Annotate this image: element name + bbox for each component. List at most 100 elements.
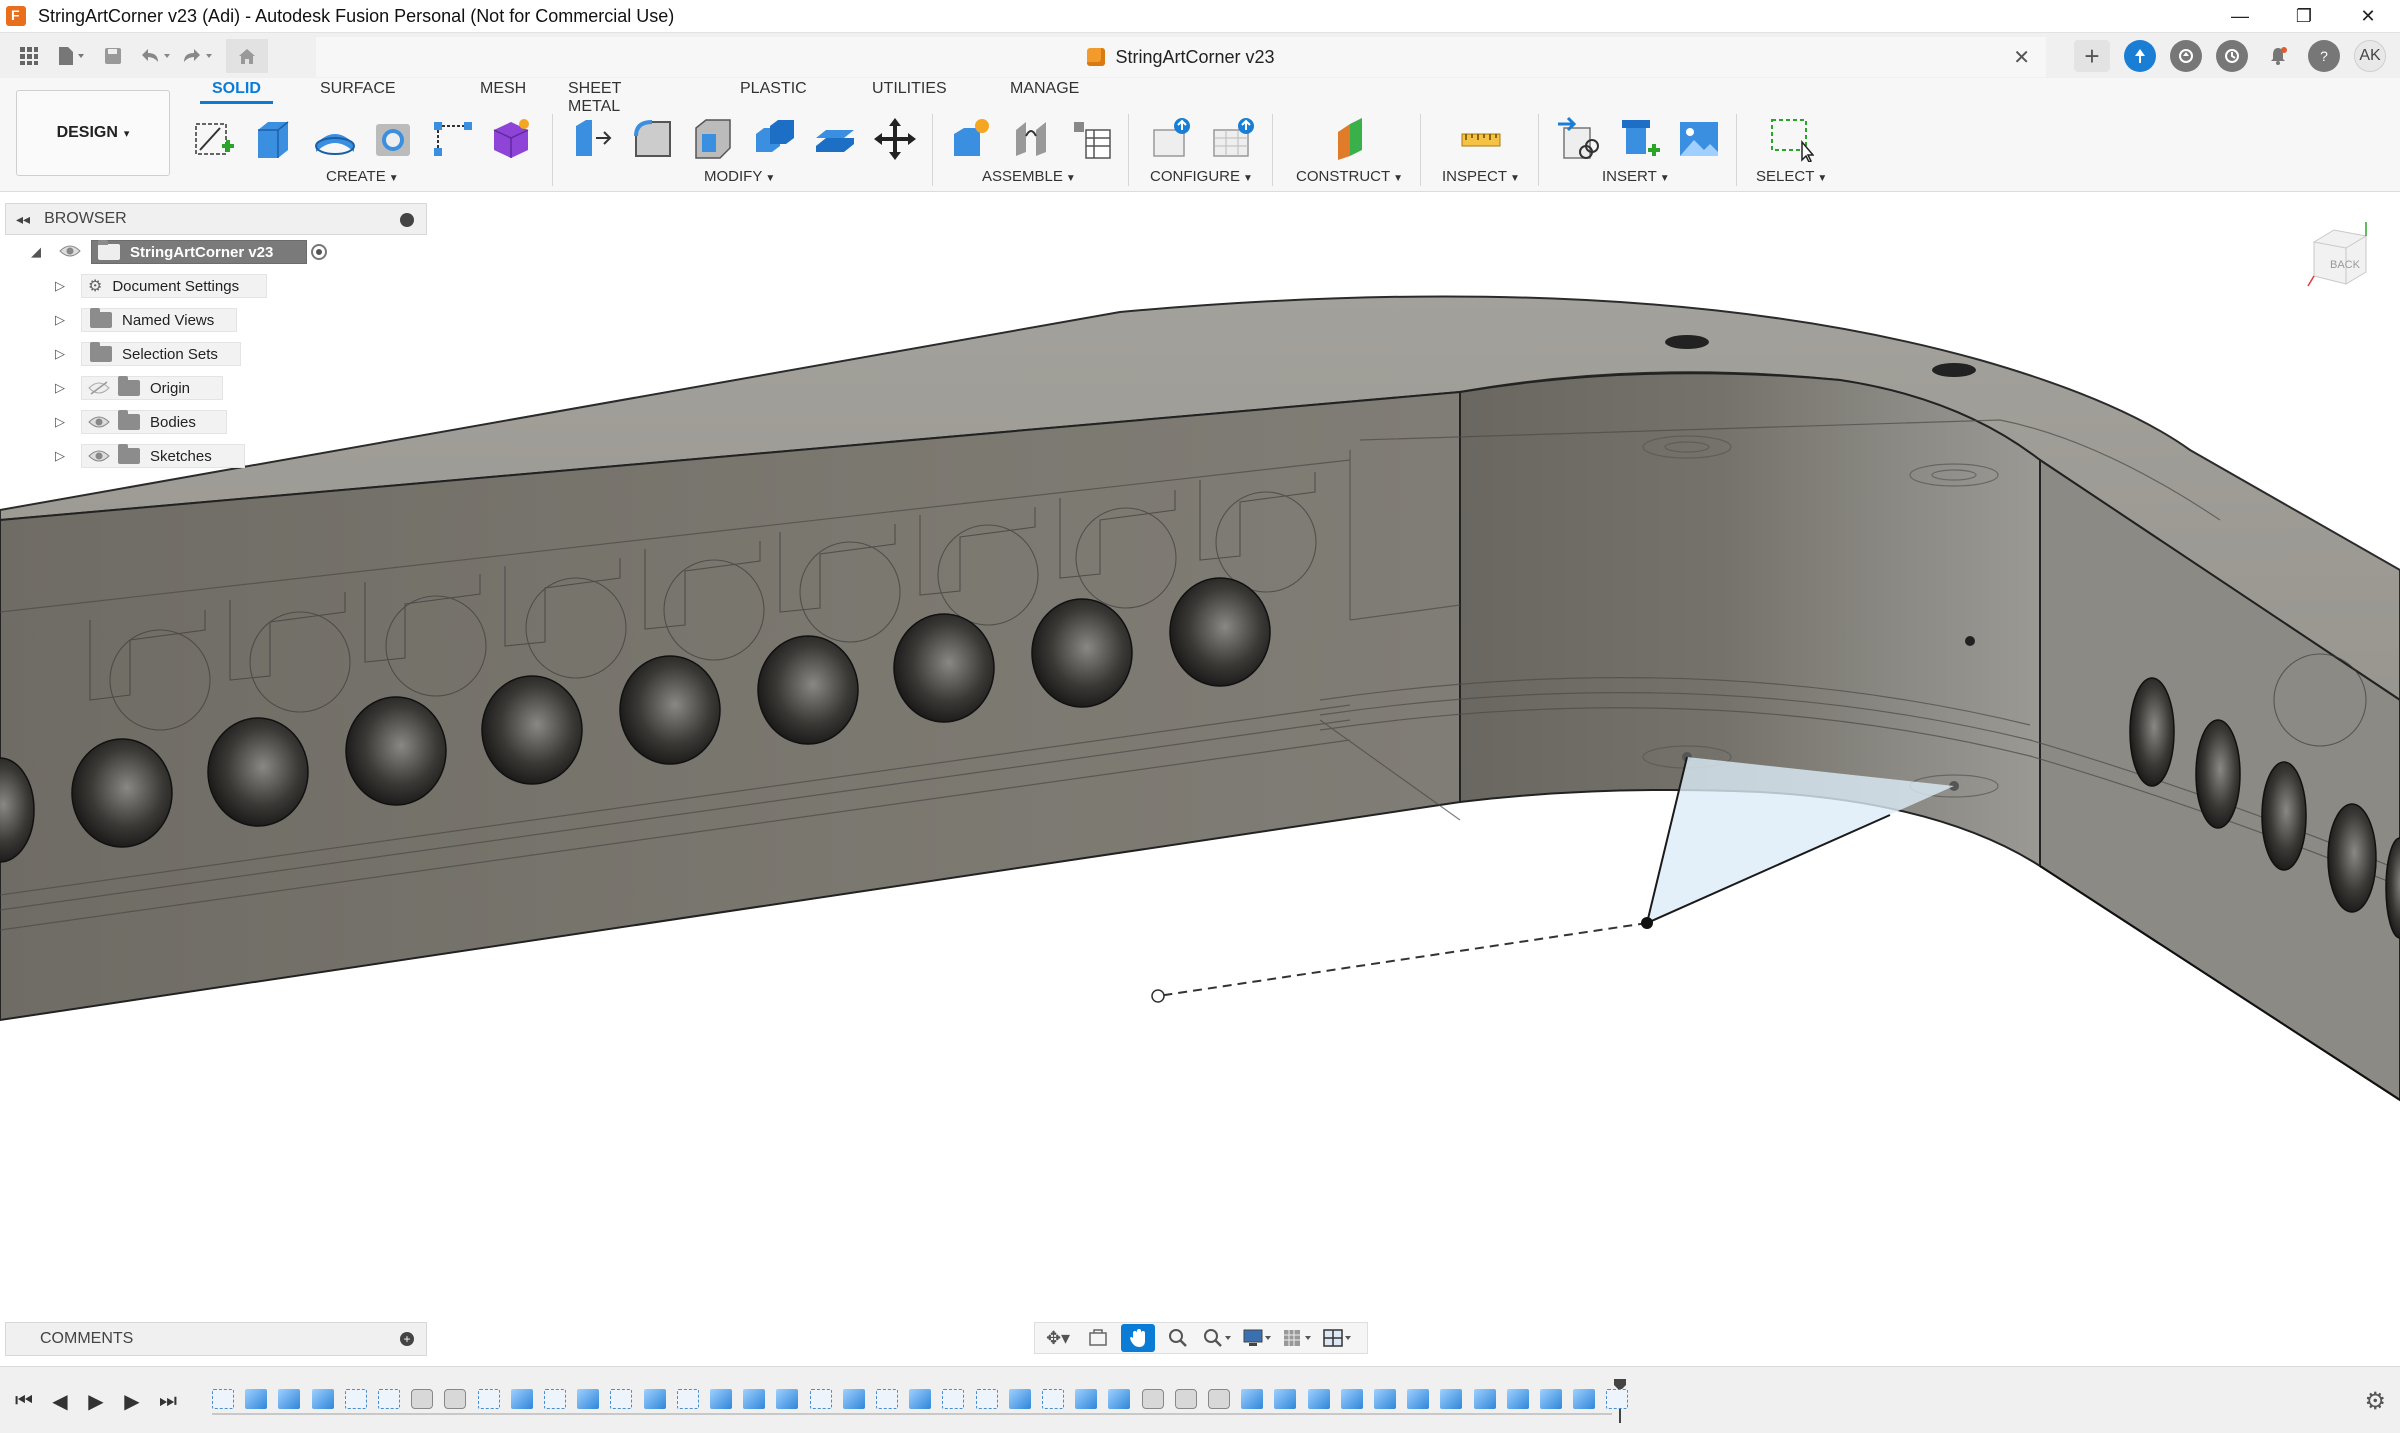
select-menu[interactable]: SELECT ▼ <box>1756 168 1827 185</box>
assemble-menu[interactable]: ASSEMBLE ▼ <box>982 168 1076 185</box>
look-at-icon[interactable] <box>1081 1324 1115 1352</box>
fit-zoom-icon[interactable] <box>1201 1324 1235 1352</box>
grid-snaps-icon[interactable] <box>1281 1324 1315 1352</box>
timeline-feature-hole[interactable] <box>1141 1389 1164 1409</box>
activate-radio-icon[interactable] <box>311 244 327 260</box>
bodies-node[interactable]: Bodies <box>81 410 227 434</box>
notifications-bell-icon[interactable] <box>2262 40 2294 72</box>
tab-surface[interactable]: SURFACE <box>320 80 396 98</box>
zoom-icon[interactable] <box>1161 1324 1195 1352</box>
tab-plastic[interactable]: PLASTIC <box>740 80 807 98</box>
tree-row-origin[interactable]: ▷ Origin <box>5 371 427 405</box>
visibility-hidden-icon[interactable] <box>88 380 110 396</box>
visibility-eye-icon[interactable] <box>88 414 110 430</box>
timeline-feature-extrude[interactable] <box>1241 1389 1264 1409</box>
workspace-switcher-button[interactable]: DESIGN ▾ <box>16 90 170 176</box>
timeline-feature-extrude[interactable] <box>1307 1389 1330 1409</box>
viewports-icon[interactable] <box>1321 1324 1355 1352</box>
expand-triangle-icon[interactable]: ▷ <box>55 312 65 328</box>
move-copy-tool[interactable] <box>870 114 920 164</box>
timeline-feature-extrude[interactable] <box>1075 1389 1098 1409</box>
redo-icon[interactable] <box>176 39 218 73</box>
timeline-feature-extrude[interactable] <box>776 1389 799 1409</box>
press-pull-tool[interactable] <box>566 114 616 164</box>
timeline-feature-sketch[interactable] <box>610 1389 633 1409</box>
home-icon[interactable] <box>226 39 268 73</box>
configuration-table-tool[interactable] <box>1208 114 1258 164</box>
revolve-tool[interactable] <box>310 114 360 164</box>
browser-header[interactable]: ◂◂ BROWSER <box>5 203 427 235</box>
document-tab[interactable]: StringArtCorner v23 ✕ <box>316 37 2046 77</box>
timeline-feature-extrude[interactable] <box>1506 1389 1529 1409</box>
timeline-feature-extrude[interactable] <box>643 1389 666 1409</box>
close-window-button[interactable]: ✕ <box>2336 0 2400 32</box>
construct-menu[interactable]: CONSTRUCT ▼ <box>1296 168 1403 185</box>
visibility-eye-icon[interactable] <box>59 243 81 259</box>
display-settings-icon[interactable] <box>1241 1324 1275 1352</box>
configure-design-tool[interactable] <box>1148 114 1198 164</box>
expand-triangle-icon[interactable]: ▷ <box>55 380 65 396</box>
timeline-feature-extrude[interactable] <box>278 1389 301 1409</box>
expand-triangle-icon[interactable]: ▷ <box>55 414 65 430</box>
timeline-feature-extrude[interactable] <box>1573 1389 1596 1409</box>
tree-row-selection-sets[interactable]: ▷ Selection Sets <box>5 337 427 371</box>
timeline-feature-sketch[interactable] <box>1606 1389 1629 1409</box>
expand-triangle-icon[interactable]: ▷ <box>55 278 65 294</box>
history-clock-icon[interactable] <box>2216 40 2248 72</box>
data-panel-grid-icon[interactable] <box>8 39 50 73</box>
timeline-feature-sketch[interactable] <box>378 1389 400 1409</box>
joint-tool[interactable] <box>1006 114 1056 164</box>
add-comment-icon[interactable]: + <box>400 1332 414 1346</box>
create-form-tool[interactable] <box>486 114 536 164</box>
timeline-feature-sketch[interactable] <box>876 1389 898 1409</box>
timeline-feature-sketch[interactable] <box>1042 1389 1064 1409</box>
timeline-feature-extrude[interactable] <box>1008 1389 1031 1409</box>
insert-mcmaster-tool[interactable] <box>1614 114 1664 164</box>
named-views-node[interactable]: Named Views <box>81 308 237 332</box>
timeline-settings-gear-icon[interactable]: ⚙ <box>2364 1387 2386 1416</box>
go-to-end-icon[interactable]: ⏭ <box>156 1387 180 1415</box>
help-icon[interactable]: ? <box>2308 40 2340 72</box>
timeline-feature-extrude[interactable] <box>743 1389 766 1409</box>
tab-sheet-metal[interactable]: SHEET METAL <box>568 80 621 116</box>
offset-plane-tool[interactable] <box>1326 114 1376 164</box>
timeline-feature-extrude[interactable] <box>909 1389 932 1409</box>
configure-menu[interactable]: CONFIGURE ▼ <box>1150 168 1253 185</box>
fillet-tool[interactable] <box>628 114 678 164</box>
bill-of-materials-tool[interactable] <box>1066 114 1116 164</box>
timeline-feature-extrude[interactable] <box>1340 1389 1363 1409</box>
play-icon[interactable]: ▶ <box>84 1387 108 1415</box>
viewcube[interactable]: BACK <box>2300 220 2380 300</box>
expand-triangle-icon[interactable]: ▷ <box>55 448 65 464</box>
orbit-icon[interactable]: ✥▾ <box>1041 1324 1075 1352</box>
minimize-button[interactable]: — <box>2208 0 2272 32</box>
step-back-icon[interactable]: ◀ <box>48 1387 72 1415</box>
insert-menu[interactable]: INSERT ▼ <box>1602 168 1670 185</box>
timeline-feature-extrude[interactable] <box>311 1389 334 1409</box>
tab-solid[interactable]: SOLID <box>200 80 273 104</box>
pan-hand-icon[interactable] <box>1121 1324 1155 1352</box>
comments-panel[interactable]: COMMENTS + <box>5 1322 427 1356</box>
restore-button[interactable]: ❐ <box>2272 0 2336 32</box>
root-component[interactable]: StringArtCorner v23 <box>91 240 307 264</box>
tab-utilities[interactable]: UTILITIES <box>872 80 947 98</box>
collapse-panel-icon[interactable]: ◂◂ <box>16 211 30 228</box>
step-forward-icon[interactable]: ▶ <box>120 1387 144 1415</box>
timeline-feature-extrude[interactable] <box>1274 1389 1297 1409</box>
timeline-feature-extrude[interactable] <box>245 1389 268 1409</box>
tree-row-document-settings[interactable]: ▷ ⚙ Document Settings <box>5 269 427 303</box>
window-select-tool[interactable] <box>1766 114 1816 164</box>
timeline-feature-extrude[interactable] <box>710 1389 732 1409</box>
timeline-feature-sketch[interactable] <box>344 1389 367 1409</box>
new-tab-button[interactable]: + <box>2074 40 2110 72</box>
job-status-icon[interactable] <box>2170 40 2202 72</box>
new-component-tool[interactable] <box>946 114 996 164</box>
timeline-feature-extrude[interactable] <box>510 1389 533 1409</box>
timeline-feature-extrude[interactable] <box>1407 1389 1430 1409</box>
minimize-panel-icon[interactable] <box>400 213 414 227</box>
timeline-feature-sketch[interactable] <box>975 1389 998 1409</box>
create-menu[interactable]: CREATE ▼ <box>326 168 399 185</box>
insert-canvas-tool[interactable] <box>1674 114 1724 164</box>
timeline-feature-extrude[interactable] <box>842 1389 865 1409</box>
tree-row-root[interactable]: ◢ StringArtCorner v23 <box>5 235 427 269</box>
